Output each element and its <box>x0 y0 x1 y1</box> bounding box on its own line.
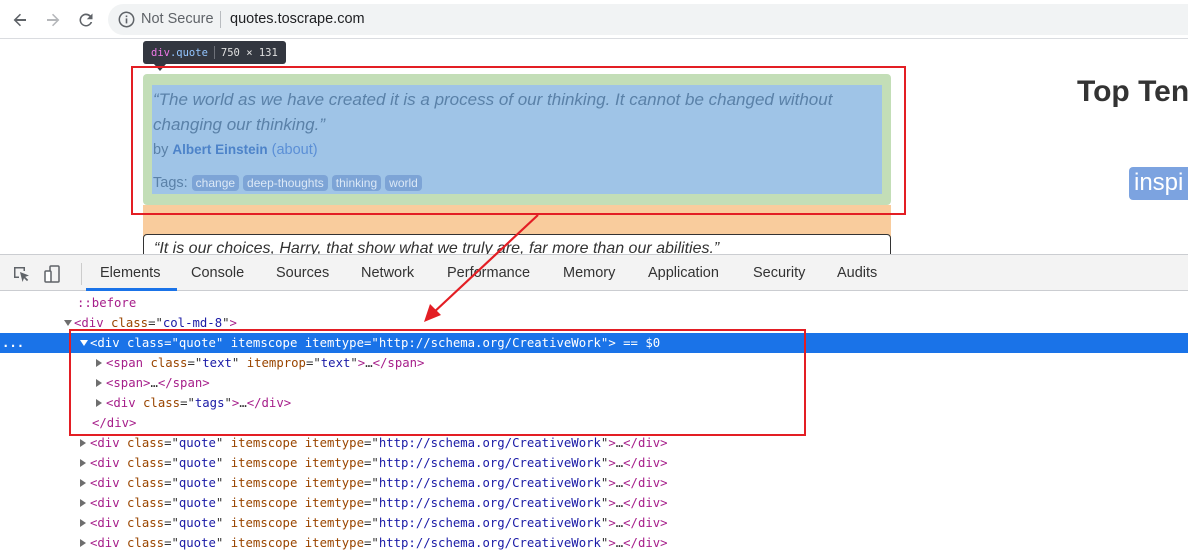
tab-audits[interactable]: Audits <box>837 265 877 281</box>
tab-sources[interactable]: Sources <box>276 265 329 281</box>
expand-arrow-icon[interactable] <box>80 439 86 447</box>
element-tooltip: div.quote 750 × 131 <box>143 41 286 64</box>
tab-elements[interactable]: Elements <box>100 265 160 281</box>
browser-toolbar: Not Secure quotes.toscrape.com <box>0 0 1188 39</box>
reload-icon <box>79 13 93 27</box>
expand-arrow-icon[interactable] <box>64 320 72 326</box>
tab-console[interactable]: Console <box>191 265 244 281</box>
annotation-box-dom <box>69 329 806 436</box>
inspect-element-icon[interactable] <box>11 264 31 284</box>
second-quote-card: “It is our choices, Harry, that show wha… <box>143 234 891 254</box>
dom-quote-text: <div class="quote" itemscope itemtype="h… <box>90 476 668 490</box>
expand-arrow-icon[interactable] <box>80 519 86 527</box>
arrow-left-icon <box>13 13 26 27</box>
dom-node-quote[interactable]: <div class="quote" itemscope itemtype="h… <box>0 513 1188 533</box>
tab-security[interactable]: Security <box>753 265 805 281</box>
dom-quote-text: <div class="quote" itemscope itemtype="h… <box>90 456 668 470</box>
reload-button[interactable] <box>74 8 98 32</box>
more-options-icon[interactable]: ... <box>2 333 24 353</box>
address-bar[interactable]: Not Secure quotes.toscrape.com <box>108 4 1188 35</box>
url-separator <box>220 11 221 28</box>
dom-node-quote[interactable]: <div class="quote" itemscope itemtype="h… <box>0 453 1188 473</box>
info-icon[interactable] <box>118 11 135 28</box>
second-quote-text: “It is our choices, Harry, that show wha… <box>154 240 720 254</box>
expand-arrow-icon[interactable] <box>80 539 86 547</box>
tooltip-tag: div <box>151 46 170 59</box>
sidebar-title: Top Ten <box>1077 75 1188 108</box>
tab-application[interactable]: Application <box>648 265 719 281</box>
tooltip-class: .quote <box>169 46 208 59</box>
dom-quote-text: <div class="quote" itemscope itemtype="h… <box>90 536 668 550</box>
tooltip-dimensions: 750 × 131 <box>220 46 278 59</box>
device-toolbar-icon[interactable] <box>43 264 63 284</box>
sidebar-tag-inspirational[interactable]: inspi <box>1129 167 1188 200</box>
tooltip-separator <box>213 46 215 59</box>
dom-node-quote[interactable]: <div class="quote" itemscope itemtype="h… <box>0 473 1188 493</box>
dom-quote-text: <div class="quote" itemscope itemtype="h… <box>90 436 668 450</box>
tab-network[interactable]: Network <box>361 265 414 281</box>
tab-performance[interactable]: Performance <box>447 265 530 281</box>
url-text[interactable]: quotes.toscrape.com <box>230 11 365 27</box>
not-secure-label[interactable]: Not Secure <box>141 11 214 27</box>
dom-node-quote[interactable]: <div class="quote" itemscope itemtype="h… <box>0 493 1188 513</box>
expand-arrow-icon[interactable] <box>80 479 86 487</box>
active-tab-indicator <box>86 288 177 291</box>
dom-node-quote[interactable]: <div class="quote" itemscope itemtype="h… <box>0 433 1188 453</box>
dom-quote-text: <div class="quote" itemscope itemtype="h… <box>90 496 668 510</box>
arrow-right-icon <box>47 13 60 27</box>
dom-node-quote[interactable]: <div class="quote" itemscope itemtype="h… <box>0 533 1188 553</box>
expand-arrow-icon[interactable] <box>80 459 86 467</box>
devtools-tab-bar: Elements Console Sources Network Perform… <box>0 255 1188 291</box>
dom-quote-text: <div class="quote" itemscope itemtype="h… <box>90 516 668 530</box>
tab-memory[interactable]: Memory <box>563 265 615 281</box>
tab-divider <box>81 263 82 285</box>
pseudo-before: ::before <box>77 296 137 310</box>
expand-arrow-icon[interactable] <box>80 499 86 507</box>
dom-node-before[interactable]: ::before <box>0 293 1188 313</box>
back-button[interactable] <box>8 8 32 32</box>
forward-button[interactable] <box>41 8 65 32</box>
annotation-box-page <box>131 66 906 215</box>
